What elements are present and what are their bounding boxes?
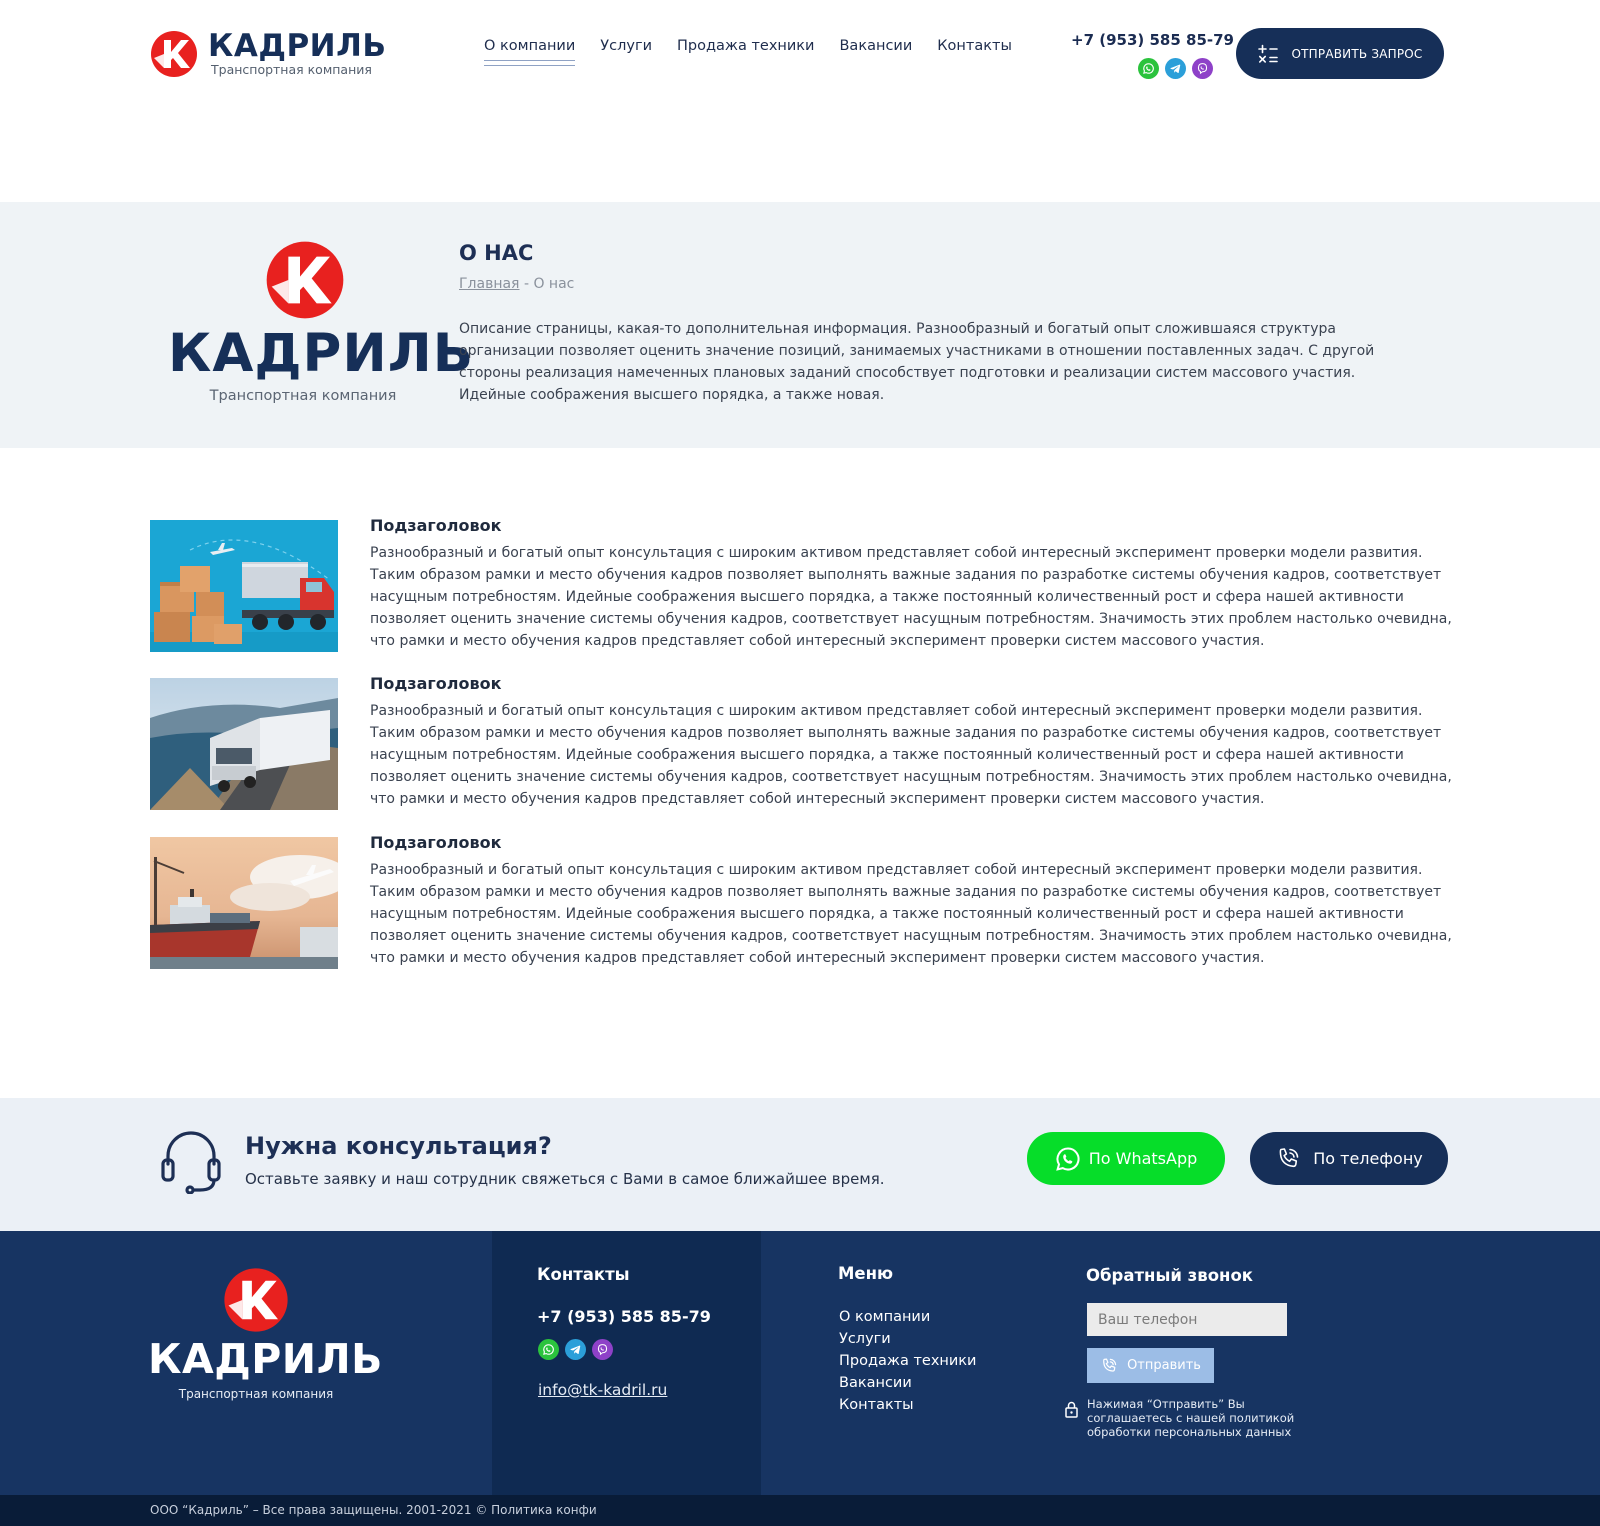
header-messengers (1138, 58, 1213, 79)
whatsapp-icon[interactable] (538, 1339, 559, 1360)
telegram-icon[interactable] (565, 1339, 586, 1360)
send-request-label: ОТПРАВИТЬ ЗАПРОС (1291, 46, 1423, 61)
footer-logo[interactable]: КАДРИЛЬ Транспортная компания (148, 1267, 383, 1407)
telegram-icon[interactable] (1165, 58, 1186, 79)
footer-brand-tagline: Транспортная компания (178, 1387, 334, 1401)
page-description: Описание страницы, какая-то дополнительн… (459, 321, 1375, 403)
feature-image-cargo-truck (150, 520, 338, 652)
site-header: КАДРИЛЬ Транспортная компания О компании… (0, 0, 1600, 200)
calculator-icon (1258, 44, 1279, 63)
nav-item-vacancies[interactable]: Вакансии (839, 38, 912, 60)
callback-title: Обратный звонок (1086, 1266, 1253, 1285)
whatsapp-button-label: По WhatsApp (1088, 1149, 1198, 1168)
viber-icon[interactable] (1192, 58, 1213, 79)
footer-menu: О компании Услуги Продажа техники Ваканс… (839, 1306, 976, 1416)
header-logo[interactable]: КАДРИЛЬ Транспортная компания (150, 28, 390, 80)
hero-brand-tagline: Транспортная компания (209, 388, 397, 404)
phone-button-label: По телефону (1313, 1149, 1423, 1168)
nav-item-equipment-sales[interactable]: Продажа техники (677, 38, 814, 60)
footer-menu-title: Меню (838, 1264, 894, 1283)
callback-send-label: Отправить (1127, 1358, 1201, 1373)
copyright-text: ООО “Кадриль” – Все права защищены. 2001… (150, 1503, 597, 1517)
brand-tagline: Транспортная компания (211, 62, 372, 77)
brand-k-icon (266, 241, 344, 319)
whatsapp-button[interactable]: По WhatsApp (1027, 1132, 1225, 1185)
hero-logo: КАДРИЛЬ Транспортная компания (168, 240, 475, 410)
hero-brand-name: КАДРИЛЬ (168, 323, 475, 384)
footer-email-link[interactable]: info@tk-kadril.ru (538, 1381, 667, 1399)
phone-button[interactable]: По телефону (1250, 1132, 1448, 1185)
brand-k-icon (224, 1268, 288, 1332)
phone-icon (1103, 1357, 1117, 1372)
feature-text: Разнообразный и богатый опыт консультаци… (370, 862, 1452, 966)
consultation-title: Нужна консультация? (245, 1132, 552, 1160)
feature-text: Разнообразный и богатый опыт консультаци… (370, 703, 1452, 807)
site-footer: КАДРИЛЬ Транспортная компания Контакты +… (0, 1231, 1600, 1495)
headset-icon (161, 1131, 221, 1194)
consultation-banner: Нужна консультация? Оставьте заявку и на… (0, 1098, 1600, 1231)
nav-item-about[interactable]: О компании (484, 38, 576, 66)
send-request-button[interactable]: ОТПРАВИТЬ ЗАПРОС (1236, 28, 1444, 79)
feature-title: Подзаголовок (370, 516, 502, 535)
about-hero: КАДРИЛЬ Транспортная компания О НАС Глав… (0, 202, 1600, 448)
phone-icon (1279, 1147, 1299, 1167)
lock-icon (1065, 1401, 1078, 1418)
footer-menu-item-about[interactable]: О компании (839, 1306, 976, 1328)
breadcrumb-home-link[interactable]: Главная (459, 276, 519, 292)
footer-contacts-title: Контакты (537, 1265, 630, 1284)
callback-send-button[interactable]: Отправить (1087, 1348, 1214, 1383)
footer-menu-item-vacancies[interactable]: Вакансии (839, 1372, 976, 1394)
nav-item-services[interactable]: Услуги (600, 38, 652, 60)
privacy-consent-note: Нажимая “Отправить” Вы соглашаетесь с на… (1087, 1397, 1295, 1439)
footer-phone[interactable]: +7 (953) 585 85-79 (537, 1307, 711, 1326)
footer-menu-item-contacts[interactable]: Контакты (839, 1394, 976, 1416)
footer-brand-name: КАДРИЛЬ (148, 1335, 383, 1383)
whatsapp-icon (1055, 1146, 1080, 1171)
footer-messengers (538, 1339, 613, 1360)
breadcrumb: Главная - О нас (459, 276, 574, 292)
nav-item-contacts[interactable]: Контакты (937, 38, 1012, 60)
whatsapp-icon[interactable] (1138, 58, 1159, 79)
main-nav: О компании Услуги Продажа техники Ваканс… (484, 38, 1012, 66)
viber-icon[interactable] (592, 1339, 613, 1360)
consultation-subtitle: Оставьте заявку и наш сотрудник свяжетьс… (245, 1170, 885, 1188)
footer-menu-item-services[interactable]: Услуги (839, 1328, 976, 1350)
brand-k-icon (151, 31, 197, 77)
header-phone[interactable]: +7 (953) 585 85-79 (1071, 31, 1234, 49)
feature-title: Подзаголовок (370, 674, 502, 693)
feature-title: Подзаголовок (370, 833, 502, 852)
footer-menu-item-equipment-sales[interactable]: Продажа техники (839, 1350, 976, 1372)
page-title: О НАС (459, 241, 534, 265)
feature-text: Разнообразный и богатый опыт консультаци… (370, 545, 1452, 649)
callback-phone-input[interactable] (1087, 1303, 1287, 1336)
feature-image-truck-road (150, 678, 338, 810)
breadcrumb-current: - О нас (523, 276, 575, 292)
brand-name: КАДРИЛЬ (208, 28, 387, 64)
feature-image-ship-plane (150, 837, 338, 969)
copyright-bar: ООО “Кадриль” – Все права защищены. 2001… (0, 1495, 1600, 1526)
